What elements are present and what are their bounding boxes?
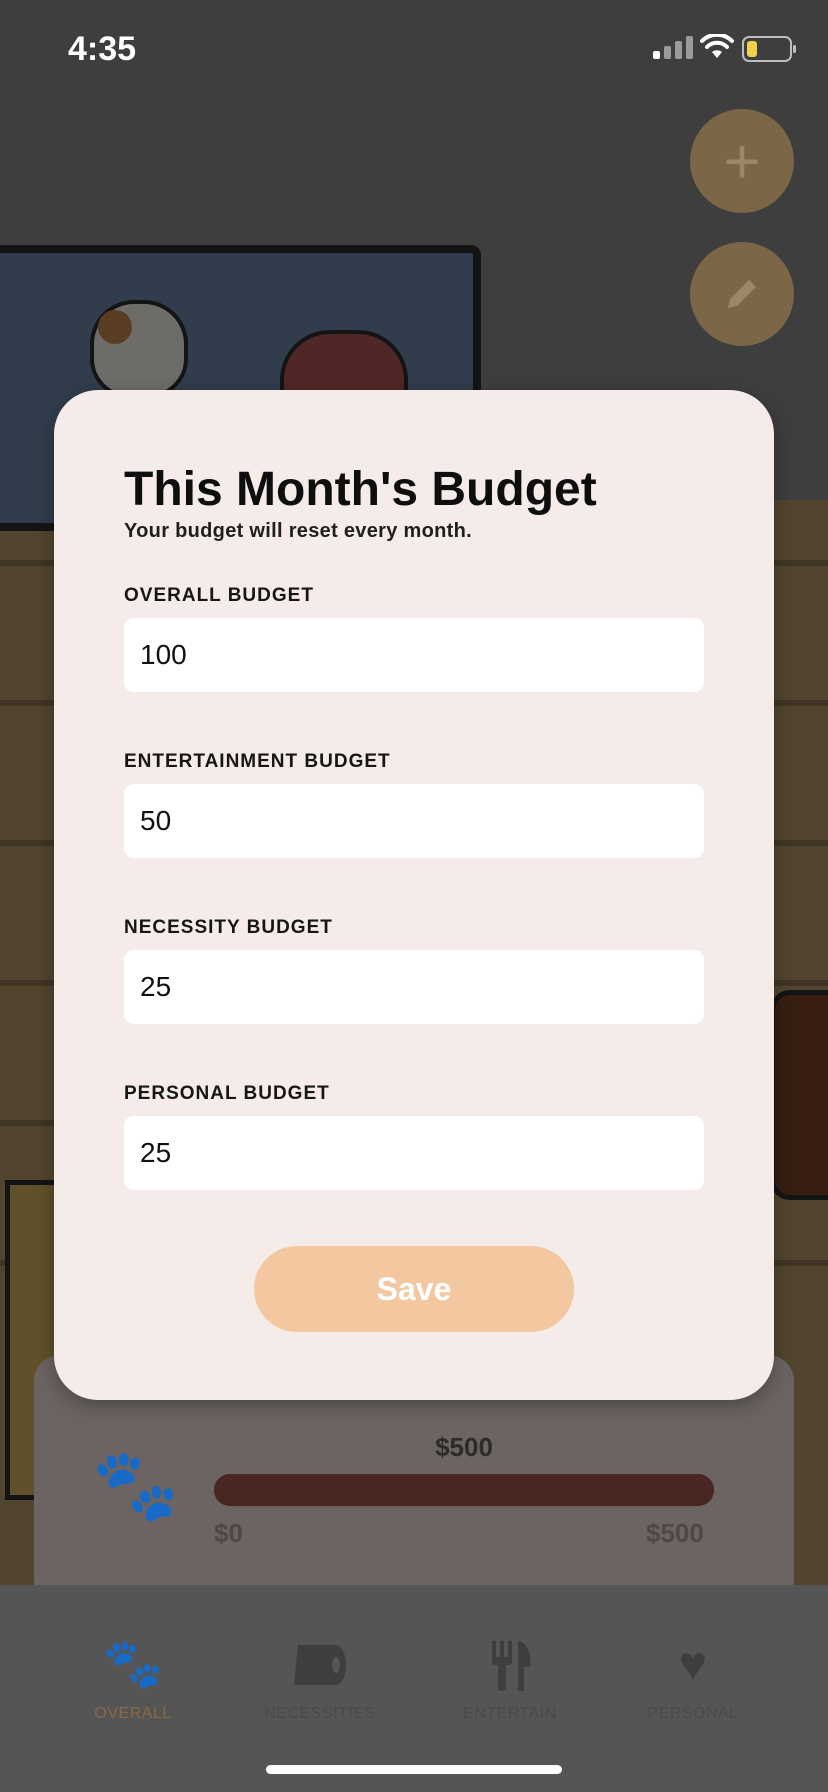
wifi-icon [700,34,734,58]
toilet-paper-icon [225,1637,415,1693]
heart-icon: ♥ [678,1638,708,1691]
battery-icon [742,36,796,62]
personal-budget-input[interactable] [124,1116,704,1190]
tab-label: ENTERTAIN [463,1705,557,1722]
progress-min-label: $0 [214,1518,243,1548]
modal-subtitle: Your budget will reset every month. [124,520,472,542]
personal-budget-label: PERSONAL BUDGET [124,1083,330,1104]
budget-modal: This Month's Budget Your budget will res… [54,390,774,1400]
plus-icon: + [723,125,761,197]
overall-budget-input[interactable] [124,618,704,692]
tab-label: OVERALL [94,1705,172,1722]
overall-budget-label: OVERALL BUDGET [124,585,314,606]
tab-personal[interactable]: ♥ PERSONAL [598,1585,788,1735]
necessity-budget-input[interactable] [124,950,704,1024]
add-expense-button[interactable]: + [690,109,794,213]
status-time: 4:35 [68,30,137,68]
progress-max-label: $500 [646,1518,704,1548]
entertainment-budget-input[interactable] [124,784,704,858]
tab-necessities[interactable]: NECESSITIES [225,1585,415,1735]
tab-entertain[interactable]: ENTERTAIN [415,1585,605,1735]
status-bar: 4:35 [0,0,828,100]
modal-title: This Month's Budget [124,463,597,516]
paw-icon: 🐾 [103,1638,163,1691]
tab-overall[interactable]: 🐾 OVERALL [38,1585,228,1735]
edit-budget-button[interactable] [690,242,794,346]
save-button[interactable]: Save [254,1246,574,1332]
cellular-signal-icon [653,36,693,59]
utensils-icon [415,1637,605,1693]
home-indicator[interactable] [266,1765,562,1774]
necessity-budget-label: NECESSITY BUDGET [124,917,333,938]
tab-label: PERSONAL [647,1705,739,1722]
tab-bar: 🐾 OVERALL NECESSITIES ENTERTAIN ♥ PERSON… [0,1585,828,1792]
tab-label: NECESSITIES [264,1705,376,1722]
overall-budget-progress-bar [214,1474,714,1506]
entertainment-budget-label: ENTERTAINMENT BUDGET [124,751,391,772]
paw-icon: 🐾 [92,1446,180,1524]
progress-fill [214,1474,714,1506]
overall-budget-amount: $500 [435,1432,493,1462]
pencil-icon [728,280,756,308]
